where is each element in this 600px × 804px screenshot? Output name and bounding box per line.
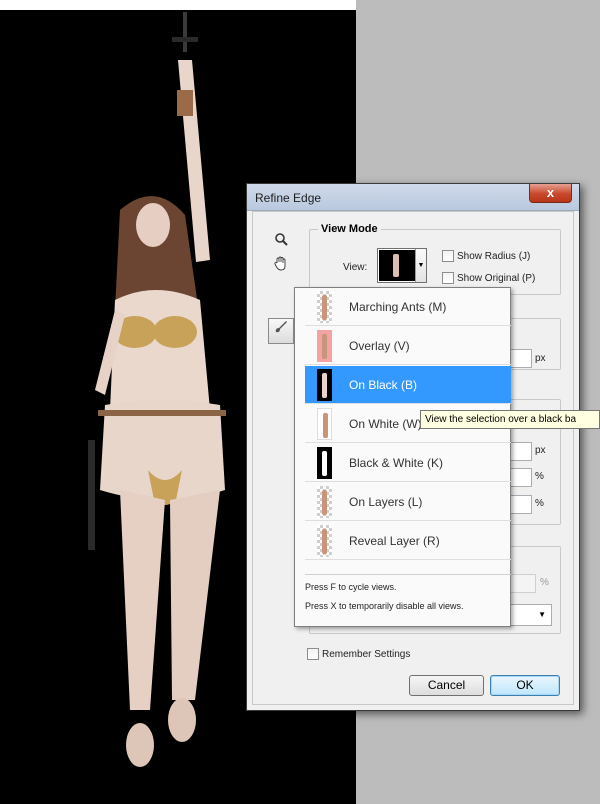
hand-tool-button[interactable]	[270, 255, 292, 277]
radius-field[interactable]	[508, 349, 532, 368]
on-black-thumbnail	[317, 369, 332, 401]
remember-settings-checkbox[interactable]: Remember Settings	[307, 648, 410, 660]
view-mode-thumbnail	[379, 250, 415, 281]
unit-label: px	[535, 353, 546, 364]
refine-radius-brush-icon	[275, 321, 287, 333]
on-layers-thumbnail	[317, 486, 332, 518]
disable-views-hint: Press X to temporarily disable all views…	[305, 601, 464, 611]
amount-field[interactable]	[508, 574, 536, 593]
view-label: View:	[343, 262, 368, 273]
menu-item-overlay[interactable]: Overlay (V)	[305, 327, 511, 365]
chevron-down-icon: ▼	[538, 610, 546, 619]
cycle-views-hint: Press F to cycle views.	[305, 582, 397, 592]
view-mode-title: View Mode	[318, 223, 381, 235]
unit-label: px	[535, 445, 546, 456]
close-icon: x	[546, 185, 555, 200]
canvas-top-strip	[0, 0, 356, 10]
menu-item-label: Reveal Layer (R)	[349, 534, 440, 548]
dialog-titlebar[interactable]: Refine Edge x	[247, 184, 579, 211]
contrast-field[interactable]	[508, 468, 532, 487]
menu-item-reveal-layer[interactable]: Reveal Layer (R)	[305, 522, 511, 560]
show-radius-label: Show Radius (J)	[457, 250, 531, 262]
menu-item-label: Overlay (V)	[349, 339, 410, 353]
menu-divider	[305, 574, 511, 575]
tooltip: View the selection over a black ba	[420, 410, 600, 429]
menu-item-black-and-white[interactable]: Black & White (K)	[305, 444, 511, 482]
menu-item-label: Black & White (K)	[349, 456, 444, 470]
unit-label: %	[535, 498, 544, 509]
show-original-label: Show Original (P)	[457, 272, 536, 284]
menu-item-label: On Black (B)	[349, 378, 418, 392]
show-radius-checkbox[interactable]: Show Radius (J)	[442, 250, 530, 262]
menu-item-label: On White (W)	[349, 417, 422, 431]
zoom-icon	[275, 233, 288, 246]
menu-item-on-black[interactable]: On Black (B)	[305, 366, 511, 404]
on-white-thumbnail	[317, 408, 332, 440]
close-button[interactable]: x	[529, 184, 572, 203]
menu-item-label: Marching Ants (M)	[349, 300, 447, 314]
dialog-title: Refine Edge	[255, 191, 322, 205]
feather-field[interactable]	[508, 442, 532, 461]
cancel-button[interactable]: Cancel	[409, 675, 484, 696]
checkbox-box	[442, 250, 454, 262]
marching-ants-thumbnail	[317, 291, 332, 323]
ok-button[interactable]: OK	[490, 675, 560, 696]
unit-label: %	[535, 471, 544, 482]
checkbox-box	[442, 272, 454, 284]
unit-label: %	[540, 577, 549, 588]
remember-settings-label: Remember Settings	[322, 648, 411, 660]
overlay-thumbnail	[317, 330, 332, 362]
refine-radius-tool-button[interactable]	[268, 318, 294, 344]
zoom-tool-button[interactable]	[270, 231, 292, 253]
output-to-select[interactable]: ▼	[508, 604, 552, 626]
hand-icon	[274, 256, 286, 271]
shift-edge-field[interactable]	[508, 495, 532, 514]
show-original-checkbox[interactable]: Show Original (P)	[442, 272, 535, 284]
chevron-down-icon: ▼	[415, 249, 426, 282]
view-mode-dropdown[interactable]: ▼	[377, 248, 427, 283]
checkbox-box	[307, 648, 319, 660]
black-and-white-thumbnail	[317, 447, 332, 479]
menu-item-on-layers[interactable]: On Layers (L)	[305, 483, 511, 521]
view-mode-menu: Marching Ants (M) Overlay (V) On Black (…	[294, 287, 511, 627]
menu-item-marching-ants[interactable]: Marching Ants (M)	[305, 288, 511, 326]
reveal-layer-thumbnail	[317, 525, 332, 557]
menu-item-label: On Layers (L)	[349, 495, 423, 509]
